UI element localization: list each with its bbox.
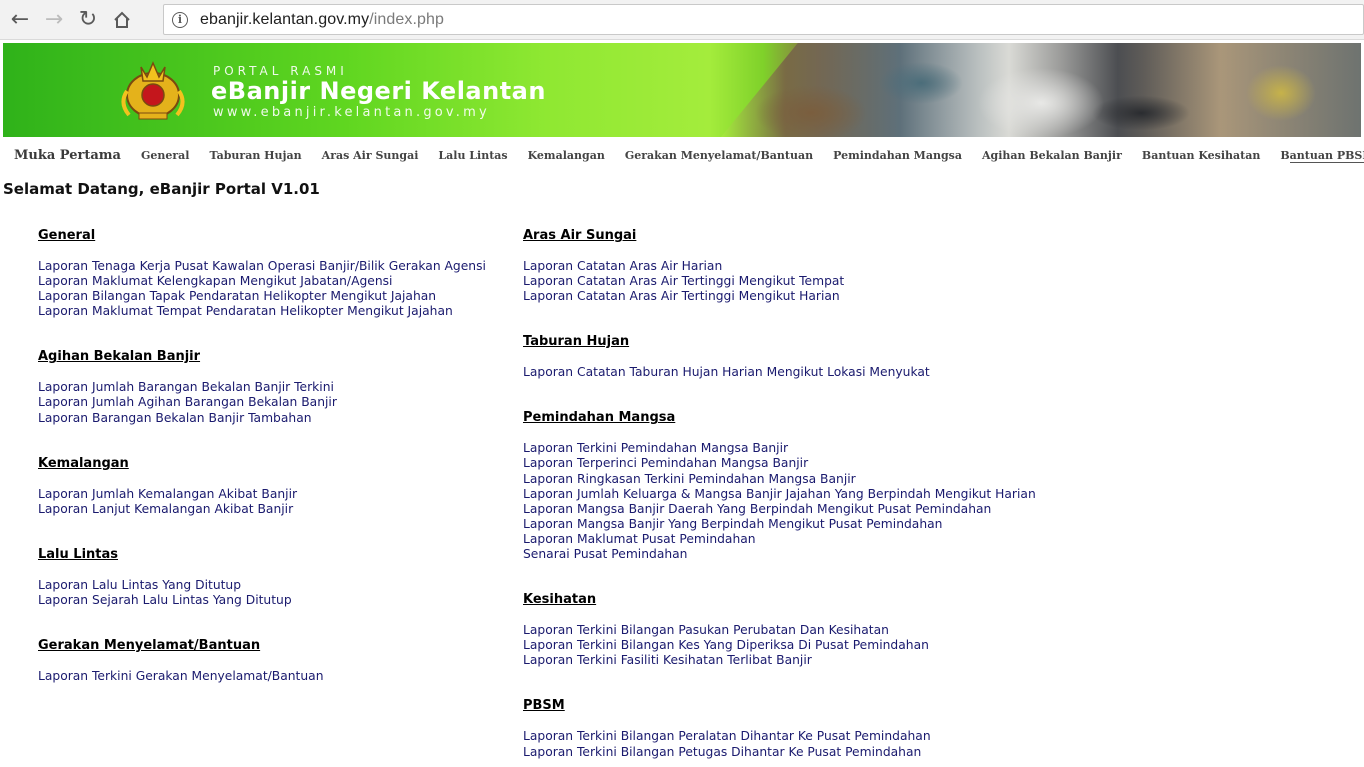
back-arrow-icon[interactable]: ← [6,6,34,34]
menu-item-aras-air-sungai[interactable]: Aras Air Sungai [312,149,429,162]
report-link[interactable]: Laporan Ringkasan Terkini Pemindahan Man… [523,472,1036,487]
report-section: General Laporan Tenaga Kerja Pusat Kawala… [38,228,486,349]
report-link[interactable]: Laporan Sejarah Lalu Lintas Yang Ditutup [38,593,486,608]
report-link[interactable]: Laporan Mangsa Banjir Yang Berpindah Men… [523,517,1036,532]
forward-arrow-icon[interactable]: → [40,6,68,34]
section-title[interactable]: Aras Air Sungai [523,228,1036,243]
report-section: PBSM Laporan Terkini Bilangan Peralatan D… [523,698,1036,759]
home-icon[interactable] [108,6,136,34]
url-text: ebanjir.kelantan.gov.my/index.php [200,11,444,29]
info-icon[interactable]: i [172,11,188,28]
report-link[interactable]: Laporan Jumlah Kemalangan Akibat Banjir [38,487,486,502]
report-link[interactable]: Laporan Jumlah Keluarga & Mangsa Banjir … [523,487,1036,502]
menu-item-gerakan-menyelamat-bantuan[interactable]: Gerakan Menyelamat/Bantuan [615,149,823,162]
report-link[interactable]: Laporan Lalu Lintas Yang Ditutup [38,578,486,593]
report-link[interactable]: Laporan Barangan Bekalan Banjir Tambahan [38,411,486,426]
header-banner: PORTAL RASMI eBanjir Negeri Kelantan www… [3,43,1361,137]
menu-item-muka-pertama[interactable]: Muka Pertama [0,148,131,163]
report-link[interactable]: Laporan Maklumat Tempat Pendaratan Helik… [38,304,486,319]
report-link[interactable]: Laporan Catatan Taburan Hujan Harian Men… [523,365,1036,380]
section-title[interactable]: Lalu Lintas [38,547,486,562]
section-title[interactable]: Gerakan Menyelamat/Bantuan [38,638,486,653]
report-link[interactable]: Laporan Terperinci Pemindahan Mangsa Ban… [523,456,1036,471]
report-link[interactable]: Laporan Terkini Bilangan Petugas Dihanta… [523,745,1036,760]
left-report-column: General Laporan Tenaga Kerja Pusat Kawala… [38,228,486,684]
report-section: Gerakan Menyelamat/Bantuan Laporan Terkin… [38,638,486,684]
welcome-heading: Selamat Datang, eBanjir Portal V1.01 [3,180,320,198]
report-link[interactable]: Laporan Catatan Aras Air Harian [523,259,1036,274]
report-link[interactable]: Laporan Jumlah Barangan Bekalan Banjir T… [38,380,486,395]
report-section: Lalu Lintas Laporan Lalu Lintas Yang Ditu… [38,547,486,638]
section-title[interactable]: Kemalangan [38,456,486,471]
report-section: Aras Air Sungai Laporan Catatan Aras Air … [523,228,1036,334]
menu-item-lalu-lintas[interactable]: Lalu Lintas [428,149,517,162]
report-link[interactable]: Laporan Lanjut Kemalangan Akibat Banjir [38,502,486,517]
section-title[interactable]: Kesihatan [523,592,1036,607]
flood-photo-collage [721,43,1361,137]
right-report-column: Aras Air Sungai Laporan Catatan Aras Air … [523,228,1036,760]
url-path: /index.php [369,10,445,28]
reload-icon[interactable]: ↻ [74,6,102,34]
report-link[interactable]: Laporan Terkini Pemindahan Mangsa Banjir [523,441,1036,456]
menu-item-bantuan-kesihatan[interactable]: Bantuan Kesihatan [1132,149,1270,162]
report-section: Agihan Bekalan Banjir Laporan Jumlah Bara… [38,349,486,455]
report-section: Kesihatan Laporan Terkini Bilangan Pasuka… [523,592,1036,698]
menu-item-taburan-hujan[interactable]: Taburan Hujan [199,149,311,162]
menu-item-general[interactable]: General [131,149,200,162]
banner-subtitle: PORTAL RASMI [213,64,348,78]
section-title[interactable]: General [38,228,486,243]
section-title[interactable]: Pemindahan Mangsa [523,410,1036,425]
report-link[interactable]: Laporan Catatan Aras Air Tertinggi Mengi… [523,274,1036,289]
report-section: Taburan Hujan Laporan Catatan Taburan Huj… [523,334,1036,410]
report-link[interactable]: Laporan Bilangan Tapak Pendaratan Heliko… [38,289,486,304]
menu-underline [1290,162,1364,163]
banner-url: www.ebanjir.kelantan.gov.my [213,105,490,120]
address-bar[interactable]: i ebanjir.kelantan.gov.my/index.php [163,4,1364,35]
report-link[interactable]: Laporan Terkini Bilangan Kes Yang Diperi… [523,638,1036,653]
report-link[interactable]: Laporan Mangsa Banjir Daerah Yang Berpin… [523,502,1036,517]
menu-item-kemalangan[interactable]: Kemalangan [518,149,615,162]
menu-item-pemindahan-mangsa[interactable]: Pemindahan Mangsa [823,149,972,162]
report-link[interactable]: Laporan Jumlah Agihan Barangan Bekalan B… [38,395,486,410]
section-title[interactable]: Agihan Bekalan Banjir [38,349,486,364]
report-section: Pemindahan Mangsa Laporan Terkini Peminda… [523,410,1036,592]
report-link[interactable]: Laporan Catatan Aras Air Tertinggi Mengi… [523,289,1036,304]
report-link[interactable]: Laporan Terkini Fasiliti Kesihatan Terli… [523,653,1036,668]
report-link[interactable]: Laporan Terkini Gerakan Menyelamat/Bantu… [38,669,486,684]
report-link[interactable]: Laporan Tenaga Kerja Pusat Kawalan Opera… [38,259,486,274]
menu-item-bantuan-pbsm[interactable]: Bantuan PBSM [1270,149,1364,162]
report-link[interactable]: Laporan Terkini Bilangan Peralatan Dihan… [523,729,1036,744]
report-link[interactable]: Laporan Terkini Bilangan Pasukan Perubat… [523,623,1036,638]
main-menu: Muka Pertama General Taburan Hujan Aras Air… [0,143,1364,167]
kelantan-crest-icon [121,61,185,120]
report-section: Kemalangan Laporan Jumlah Kemalangan Akib… [38,456,486,547]
section-title[interactable]: Taburan Hujan [523,334,1036,349]
report-link[interactable]: Laporan Maklumat Kelengkapan Mengikut Ja… [38,274,486,289]
report-link[interactable]: Laporan Maklumat Pusat Pemindahan [523,532,1036,547]
menu-item-agihan-bekalan-banjir[interactable]: Agihan Bekalan Banjir [972,149,1132,162]
url-host: ebanjir.kelantan.gov.my [200,10,370,28]
section-title[interactable]: PBSM [523,698,1036,713]
browser-toolbar: ← → ↻ i ebanjir.kelantan.gov.my/index.ph… [0,0,1364,40]
banner-title: eBanjir Negeri Kelantan [211,77,546,105]
report-link[interactable]: Senarai Pusat Pemindahan [523,547,1036,562]
